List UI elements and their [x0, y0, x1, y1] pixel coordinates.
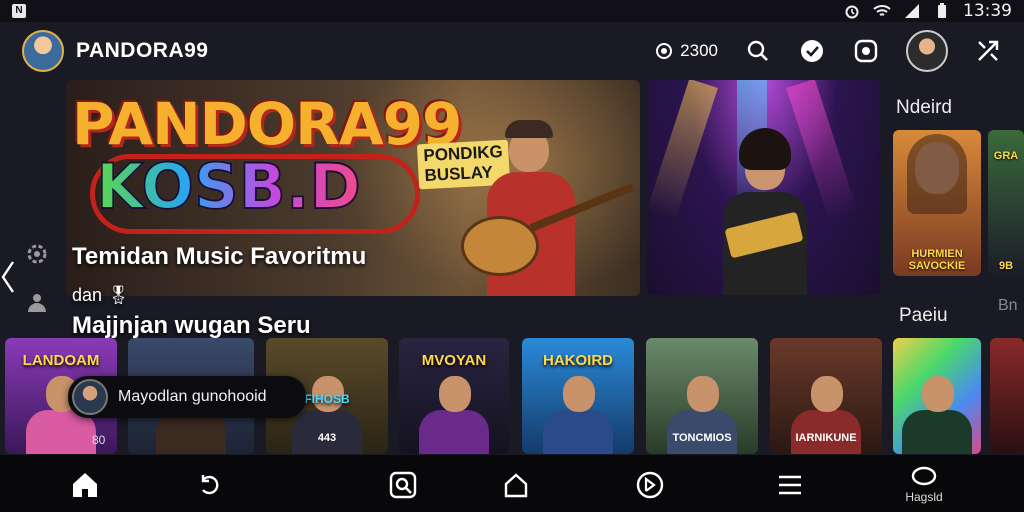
playlist-card-8[interactable] [893, 338, 981, 454]
section-label-clipped: Bn [998, 297, 1018, 314]
artist-thumb-1[interactable]: HURMIEN SAVOCKIE [893, 130, 981, 276]
carousel-prev-icon[interactable] [0, 260, 16, 294]
nav-explore[interactable] [373, 463, 433, 507]
home-outline-icon [504, 473, 528, 498]
nav-library[interactable] [486, 463, 546, 507]
playlist-card-7-caption: IARNIKUNE [795, 432, 857, 444]
hero-logo-line1: PANDORA99 [72, 90, 462, 158]
hero-headline: Temidan Music Favoritmu [72, 243, 367, 270]
now-playing-toast[interactable]: Mayodlan gunohooid [68, 376, 306, 418]
nav-menu[interactable] [760, 463, 820, 507]
home-filled-icon [73, 473, 97, 497]
search-icon [747, 40, 768, 61]
playlist-card-3-sub: 443 [317, 432, 337, 444]
chat-bubble-icon [911, 466, 937, 486]
coin-balance[interactable]: 2300 [654, 41, 718, 61]
nav-radio[interactable] [620, 463, 680, 507]
playlist-card-9[interactable] [990, 338, 1024, 454]
bottom-nav: Hagsld [0, 455, 1024, 512]
wifi-icon [873, 5, 891, 16]
playlist-card-6[interactable]: TONCMIOS [646, 338, 758, 454]
hero-logo-line2: KOSB.D [95, 149, 362, 224]
playlist-card-6-caption: TONCMIOS [672, 432, 732, 444]
settings-gear-icon[interactable] [25, 242, 49, 266]
playlist-card-5-title: HAKOIRD [543, 352, 613, 369]
user-avatar[interactable] [906, 30, 948, 72]
camera-button[interactable] [852, 37, 880, 65]
explore-search-icon [389, 471, 417, 499]
toast-text: Mayodlan gunohooid [118, 388, 267, 405]
refresh-icon [201, 475, 219, 495]
camera-icon [854, 39, 878, 63]
app-logo-avatar[interactable] [22, 30, 64, 72]
nav-messages-label: Hagsld [905, 490, 943, 504]
status-time: 13:39 [963, 1, 1012, 21]
status-bar: N 13:39 [0, 0, 1024, 22]
status-icons: 13:39 [843, 1, 1012, 21]
playlist-card-7[interactable]: IARNIKUNE [770, 338, 882, 454]
artist-thumb-1-caption: HURMIEN SAVOCKIE [908, 248, 966, 272]
download-button[interactable] [798, 37, 826, 65]
coin-icon [656, 43, 673, 59]
artist-thumb-3-caption: 9B [998, 260, 1014, 272]
artist-thumb-2-caption: GRA [993, 150, 1019, 162]
shuffle-button[interactable] [974, 37, 1002, 65]
search-button[interactable] [744, 37, 772, 65]
section-label-paeiu: Paeiu [899, 305, 948, 326]
featured-performer-card[interactable] [647, 80, 880, 295]
nav-refresh[interactable] [180, 463, 240, 507]
playlist-card-4-title: MVOYAN [421, 352, 487, 369]
coin-count: 2300 [680, 41, 718, 60]
profile-icon[interactable] [25, 290, 49, 314]
artist-thumb-2[interactable]: GRA 9B [988, 130, 1024, 276]
shuffle-icon [978, 40, 999, 61]
signal-icon [905, 4, 919, 18]
menu-icon [779, 475, 801, 495]
alarm-icon [845, 5, 859, 19]
playlist-card-4[interactable]: MVOYAN [399, 338, 509, 454]
hero-subline: dan 🎖 [72, 285, 130, 305]
app-screen: N 13:39 PANDORA99 2300 PANDORA99 KOSB.D … [0, 0, 1024, 512]
toast-count: 80 [92, 433, 106, 447]
app-bar-actions: 2300 [654, 30, 1002, 72]
app-bar: PANDORA99 2300 [0, 22, 1024, 80]
hero-guitarist-image [461, 120, 635, 296]
section-label-ndeird: Ndeird [896, 97, 952, 118]
radio-icon [636, 471, 664, 499]
playlist-card-1-title: LANDOAM [22, 352, 100, 369]
featured-performer-image [717, 128, 813, 295]
toast-avatar [72, 379, 108, 415]
download-icon [801, 40, 823, 62]
playlist-card-5[interactable]: HAKOIRD [522, 338, 634, 454]
nav-messages[interactable]: Hagsld [894, 463, 954, 507]
nav-home[interactable] [55, 463, 115, 507]
notification-icon: N [12, 4, 26, 18]
battery-icon [938, 3, 946, 18]
app-title: PANDORA99 [76, 39, 209, 62]
hero-tagline: Majjnjan wugan Seru [72, 312, 311, 339]
